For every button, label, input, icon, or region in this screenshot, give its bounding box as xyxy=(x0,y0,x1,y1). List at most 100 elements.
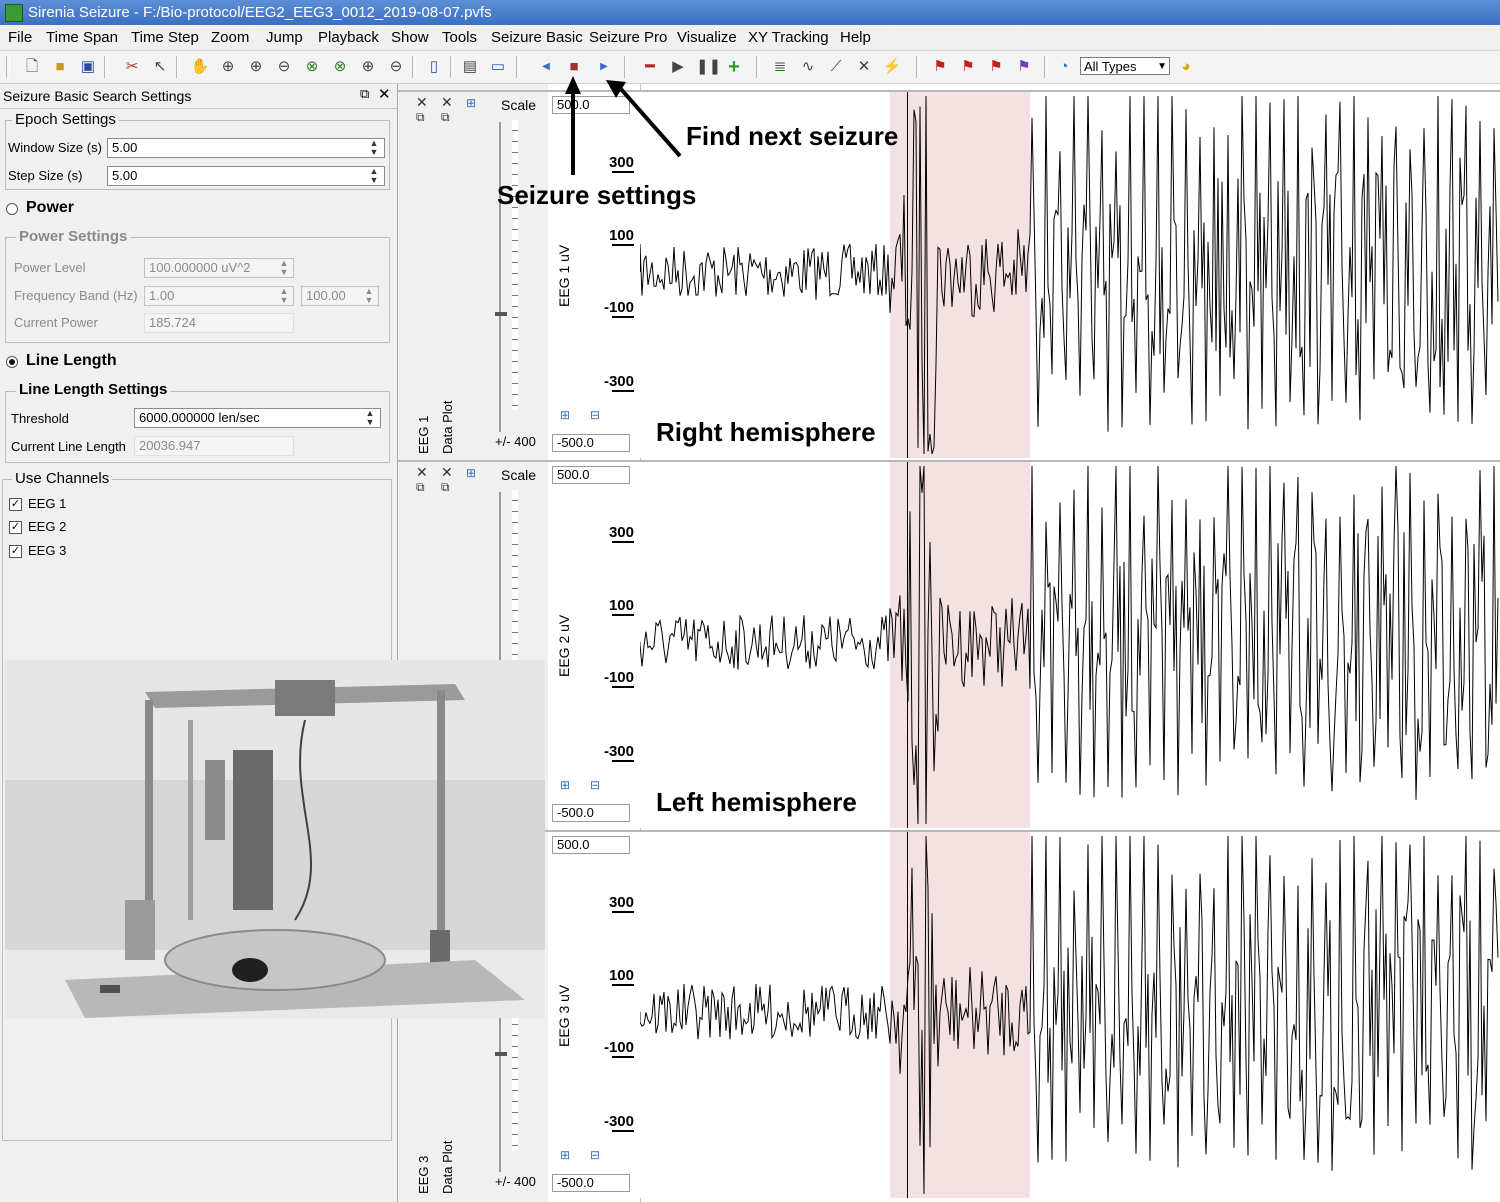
menu-tools[interactable]: Tools xyxy=(442,29,477,46)
window-size-field[interactable]: 5.00 xyxy=(107,138,385,158)
color-bars-icon[interactable]: ≣ xyxy=(770,57,790,77)
channel-checkbox-eeg1[interactable]: ✓ xyxy=(9,498,22,511)
annotation-next-icon[interactable]: ◕ xyxy=(1176,57,1196,77)
marker-add-icon[interactable]: ⚑ xyxy=(958,57,978,77)
save-icon[interactable]: ▣ xyxy=(78,57,98,77)
scatter-icon[interactable]: ✕ xyxy=(854,57,874,77)
app-icon xyxy=(5,4,23,22)
marker-remove-icon[interactable]: ⚑ xyxy=(986,57,1006,77)
menu-show[interactable]: Show xyxy=(391,29,429,46)
menu-help[interactable]: Help xyxy=(840,29,871,46)
zoom-in-icon[interactable]: ⊞ xyxy=(560,1148,570,1162)
threshold-field[interactable]: 6000.000000 len/sec xyxy=(134,408,381,428)
channel-label-eeg2: EEG 2 xyxy=(28,519,67,534)
waveform-icon[interactable]: ∿ xyxy=(798,57,818,77)
zoom-out-icon[interactable]: ⊖ xyxy=(274,57,294,77)
y-tick-label: -300 xyxy=(584,373,634,392)
zoom-out-icon[interactable]: ⊟ xyxy=(590,408,600,422)
axis-max-field[interactable]: 500.0 xyxy=(552,836,630,854)
threshold-stepper[interactable]: ▲ ▼ xyxy=(362,409,378,427)
float-panel-icon[interactable]: ⧉ xyxy=(416,110,425,125)
channel-checkbox-eeg2[interactable]: ✓ xyxy=(9,521,22,534)
menu-file[interactable]: File xyxy=(8,29,32,46)
window-title: Sirenia Seizure - F:/Bio-protocol/EEG2_E… xyxy=(28,4,492,21)
print-icon[interactable]: ▤ xyxy=(460,57,480,77)
scale-slider-thumb[interactable] xyxy=(495,312,507,316)
annotation-arrows xyxy=(565,76,682,175)
frequency-band-high-stepper[interactable]: ▲ ▼ xyxy=(361,287,377,305)
pan-hand-icon[interactable]: ✋ xyxy=(190,57,210,77)
pointer-icon[interactable]: ↖ xyxy=(150,57,170,77)
axis-max-field[interactable]: 500.0 xyxy=(552,466,630,484)
channel-label-eeg1: EEG 1 xyxy=(28,496,67,511)
menu-time-span[interactable]: Time Span xyxy=(46,29,118,46)
channel-label-eeg3: EEG 3 xyxy=(28,543,67,558)
axis-min-field[interactable]: -500.0 xyxy=(552,1174,630,1192)
tools-icon[interactable]: ✂ xyxy=(122,57,142,77)
use-channels-title: Use Channels xyxy=(12,470,113,487)
zoom-x-icon[interactable]: ⊕ xyxy=(358,57,378,77)
line-length-radio[interactable] xyxy=(6,356,18,368)
lightning-icon[interactable]: ⚡ xyxy=(882,57,902,77)
zoom-in-icon[interactable]: ⊞ xyxy=(560,778,570,792)
zoom-in-icon[interactable]: ⊕ xyxy=(246,57,266,77)
annotation-type-select[interactable]: All Types ▼ xyxy=(1080,57,1170,75)
step-size-field[interactable]: 5.00 xyxy=(107,166,385,186)
scale-slider-track[interactable] xyxy=(499,122,501,432)
line-length-settings-title: Line Length Settings xyxy=(16,381,171,398)
float-panel-icon[interactable]: ⧉ xyxy=(441,110,450,125)
close-icon[interactable]: ✕ xyxy=(378,85,391,103)
menu-seizure-pro[interactable]: Seizure Pro xyxy=(589,29,667,46)
float-panel-icon[interactable]: ⧉ xyxy=(416,480,425,495)
zoom-fit-icon[interactable]: ⊗ xyxy=(302,57,322,77)
scale-slider-thumb[interactable] xyxy=(495,1052,507,1056)
zoom-y-icon[interactable]: ⊖ xyxy=(386,57,406,77)
marker-icon[interactable]: ⚑ xyxy=(930,57,950,77)
menu-zoom[interactable]: Zoom xyxy=(211,29,249,46)
step-size-stepper[interactable]: ▲ ▼ xyxy=(366,167,382,185)
menu-xy-tracking[interactable]: XY Tracking xyxy=(748,29,829,46)
find-next-arrow xyxy=(618,86,682,158)
float-panel-icon[interactable]: ⧉ xyxy=(441,480,450,495)
expand-icon[interactable]: ⊞ xyxy=(466,466,476,480)
axis-min-value: -500.0 xyxy=(557,805,594,820)
close-icon[interactable]: ✕ xyxy=(416,464,428,481)
open-folder-icon[interactable]: ■ xyxy=(50,57,70,77)
power-radio[interactable] xyxy=(6,203,18,215)
close-icon[interactable]: ✕ xyxy=(416,94,428,111)
current-power-label: Current Power xyxy=(14,315,98,330)
power-level-value: 100.000000 uV^2 xyxy=(149,260,251,275)
channel-checkbox-eeg3[interactable]: ✓ xyxy=(9,545,22,558)
marker-list-icon[interactable]: ⚑ xyxy=(1014,57,1034,77)
zoom-icon[interactable]: ⊕ xyxy=(218,57,238,77)
export-icon[interactable]: ▭ xyxy=(488,57,508,77)
close-icon[interactable]: ✕ xyxy=(441,464,453,481)
zoom-fit-x-icon[interactable]: ⊗ xyxy=(330,57,350,77)
search-annotation-icon[interactable]: ◔ xyxy=(1054,57,1074,77)
zoom-in-icon[interactable]: ⊞ xyxy=(560,408,570,422)
axis-min-field[interactable]: -500.0 xyxy=(552,804,630,822)
frequency-band-low-field[interactable]: 1.00 xyxy=(144,286,294,306)
menu-jump[interactable]: Jump xyxy=(266,29,303,46)
menu-playback[interactable]: Playback xyxy=(318,29,379,46)
close-icon[interactable]: ✕ xyxy=(441,94,453,111)
chart-icon[interactable]: ⟋ xyxy=(826,57,846,77)
power-level-field[interactable]: 100.000000 uV^2 xyxy=(144,258,294,278)
menu-time-step[interactable]: Time Step xyxy=(131,29,199,46)
menu-seizure-basic[interactable]: Seizure Basic xyxy=(491,29,583,46)
add-icon[interactable]: + xyxy=(724,57,744,77)
zoom-out-icon[interactable]: ⊟ xyxy=(590,1148,600,1162)
data-plot-label: Data Plot xyxy=(440,1140,455,1194)
axis-min-field[interactable]: -500.0 xyxy=(552,434,630,452)
window-size-stepper[interactable]: ▲ ▼ xyxy=(366,139,382,157)
expand-icon[interactable]: ⊞ xyxy=(466,96,476,110)
new-file-icon[interactable]: 🗋 xyxy=(22,57,42,77)
chevron-down-icon: ▼ xyxy=(1157,61,1167,72)
frequency-band-low-stepper[interactable]: ▲ ▼ xyxy=(276,287,292,305)
float-panel-icon[interactable]: ⧉ xyxy=(360,86,369,102)
capture-icon[interactable]: ▯ xyxy=(424,57,444,77)
power-settings-title: Power Settings xyxy=(16,228,131,245)
zoom-out-icon[interactable]: ⊟ xyxy=(590,778,600,792)
menu-visualize[interactable]: Visualize xyxy=(677,29,737,46)
power-level-stepper[interactable]: ▲ ▼ xyxy=(276,259,292,277)
